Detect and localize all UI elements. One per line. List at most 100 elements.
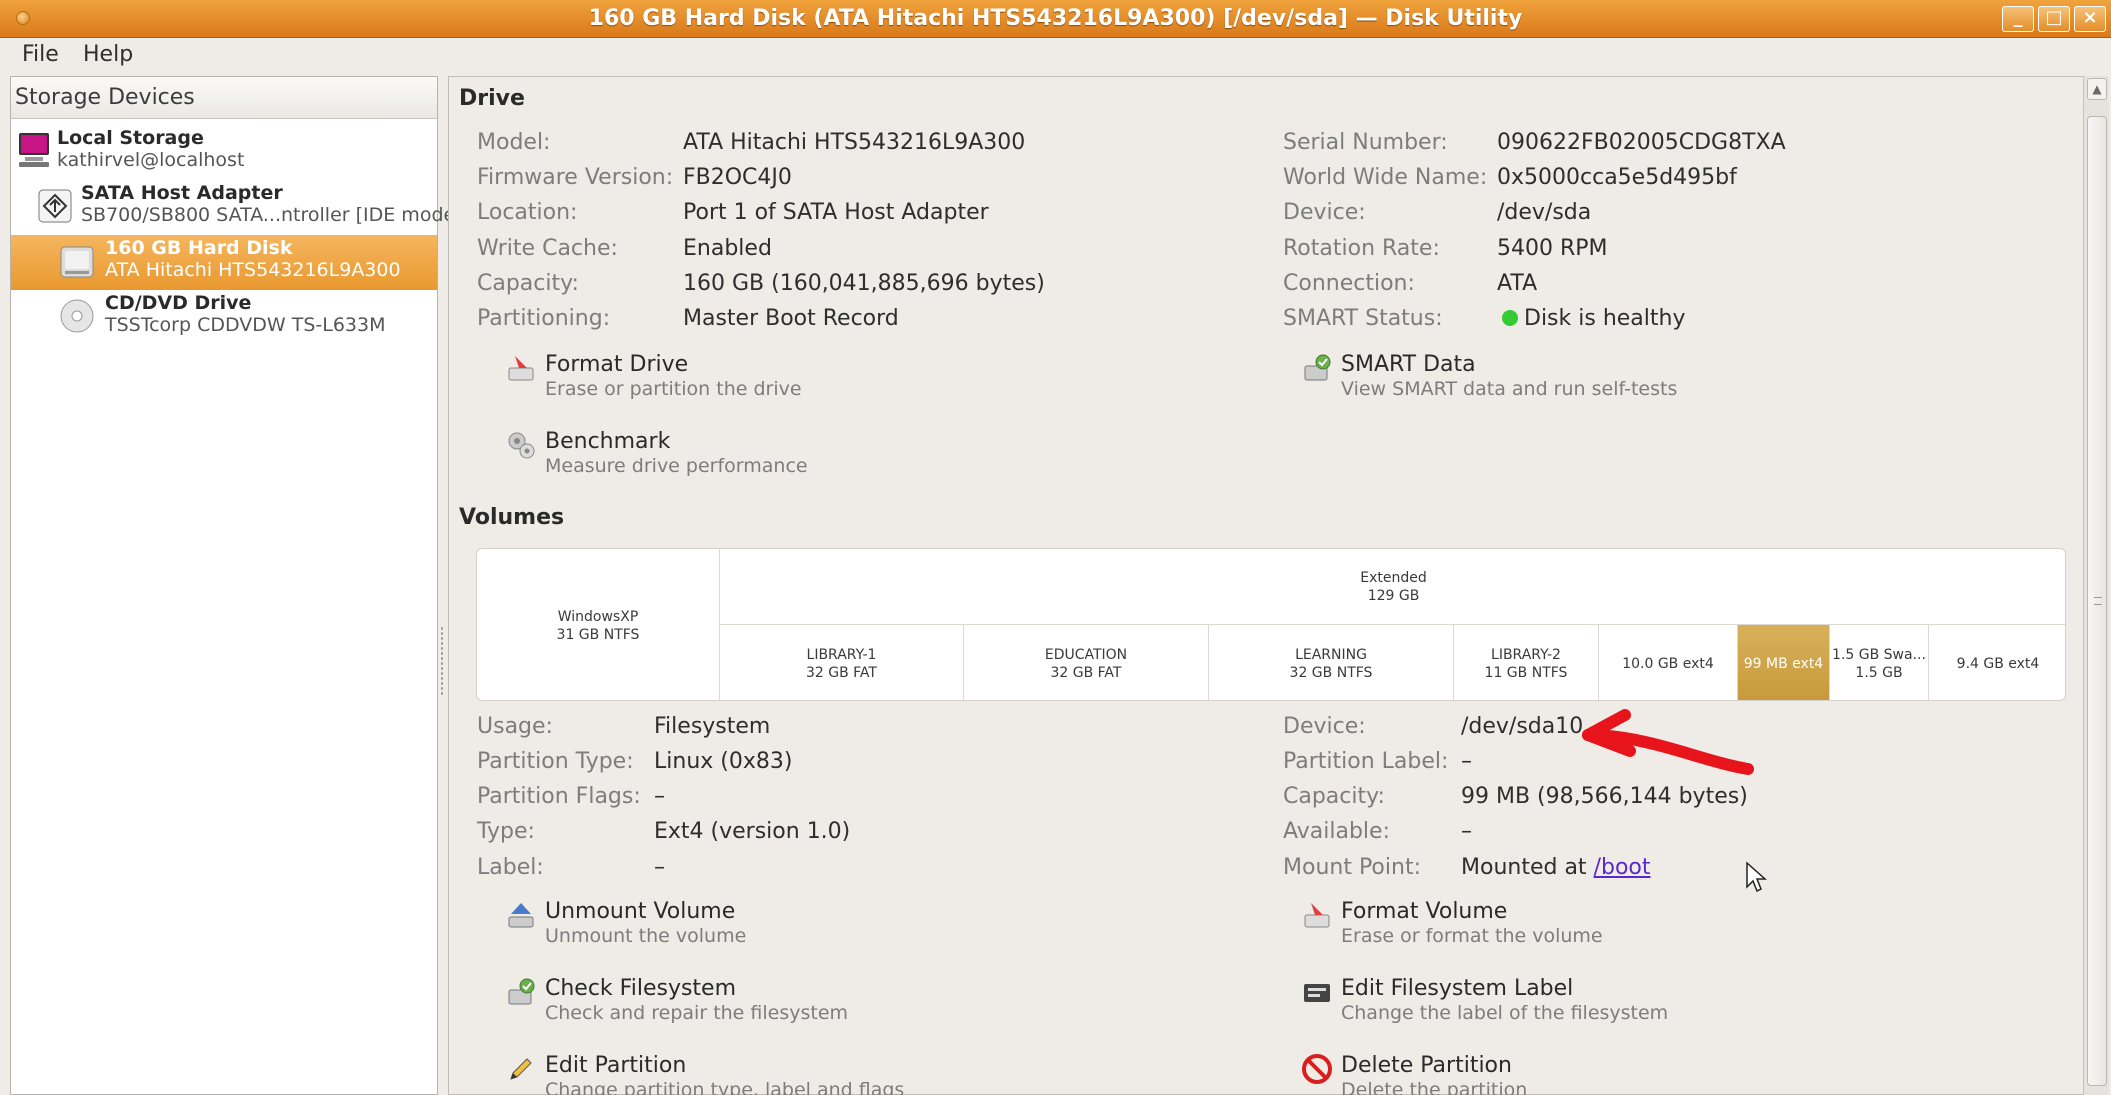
capacity-value: 160 GB (160,041,885,696 bytes) bbox=[683, 271, 1045, 296]
wwn-label: World Wide Name: bbox=[1283, 165, 1488, 190]
serial-number-label: Serial Number: bbox=[1283, 130, 1448, 155]
partitioning-value: Master Boot Record bbox=[683, 306, 899, 331]
partitioning-label: Partitioning: bbox=[477, 306, 611, 331]
sidebar-item-local-storage[interactable]: Local Storage kathirvel@localhost bbox=[11, 125, 437, 180]
action-title: Delete Partition bbox=[1341, 1053, 1512, 1078]
connection-value: ATA bbox=[1497, 271, 1538, 296]
action-description: Erase or format the volume bbox=[1341, 925, 1603, 947]
volume-size: 32 GB FAT bbox=[806, 664, 877, 681]
volume-learning[interactable]: LEARNING 32 GB NTFS bbox=[1208, 625, 1453, 700]
volume-windowsxp[interactable]: WindowsXP 31 GB NTFS bbox=[477, 549, 719, 700]
window-titlebar[interactable]: 160 GB Hard Disk (ATA Hitachi HTS543216L… bbox=[0, 0, 2111, 38]
action-title: Format Volume bbox=[1341, 899, 1508, 924]
drive-section-title: Drive bbox=[459, 86, 525, 111]
sidebar-item-hard-disk[interactable]: 160 GB Hard Disk ATA Hitachi HTS543216L9… bbox=[11, 235, 437, 290]
minimize-button[interactable]: _ bbox=[2002, 6, 2034, 32]
label-label: Label: bbox=[477, 855, 544, 880]
sidebar-item-subtitle: SB700/SB800 SATA...ntroller [IDE mode] bbox=[81, 204, 463, 226]
volumes-section-title: Volumes bbox=[459, 505, 565, 530]
sidebar-item-title: 160 GB Hard Disk bbox=[105, 237, 293, 259]
red-arrow-annotation bbox=[1582, 709, 1754, 775]
volume-9gb-ext4[interactable]: 9.4 GB ext4 bbox=[1928, 625, 2065, 700]
menu-help[interactable]: Help bbox=[83, 42, 133, 67]
format-volume-icon bbox=[1304, 903, 1330, 928]
volume-name: 1.5 GB Swa... bbox=[1832, 646, 1926, 663]
action-description: Change the label of the filesystem bbox=[1341, 1002, 1669, 1024]
mount-point-prefix: Mounted at bbox=[1461, 855, 1594, 880]
action-description: Unmount the volume bbox=[545, 925, 747, 947]
format-drive-icon bbox=[508, 356, 534, 381]
smart-data-icon bbox=[1304, 354, 1331, 381]
model-value: ATA Hitachi HTS543216L9A300 bbox=[683, 130, 1026, 155]
mount-point-link[interactable]: /boot bbox=[1594, 855, 1651, 880]
device-label: Device: bbox=[1283, 200, 1366, 225]
smart-status-value: Disk is healthy bbox=[1524, 306, 1686, 331]
menu-file[interactable]: File bbox=[22, 42, 59, 67]
volume-99mb-ext4[interactable]: 99 MB ext4 bbox=[1737, 625, 1829, 700]
location-value: Port 1 of SATA Host Adapter bbox=[683, 200, 989, 225]
volume-capacity-label: Capacity: bbox=[1283, 784, 1385, 809]
volume-name: Extended bbox=[1360, 569, 1427, 586]
volume-library-2[interactable]: LIBRARY-2 11 GB NTFS bbox=[1453, 625, 1598, 700]
volume-10gb-ext4[interactable]: 10.0 GB ext4 bbox=[1598, 625, 1737, 700]
scroll-up-button[interactable]: ▲ bbox=[2087, 78, 2107, 100]
storage-devices-header[interactable]: Storage Devices bbox=[11, 77, 437, 119]
action-description: Change partition type, label and flags bbox=[545, 1079, 905, 1095]
menubar: File Help bbox=[0, 38, 2111, 74]
action-description: View SMART data and run self-tests bbox=[1341, 378, 1678, 400]
volume-name: 99 MB ext4 bbox=[1743, 655, 1824, 672]
sidebar-item-sata-adapter[interactable]: SATA Host Adapter SB700/SB800 SATA...ntr… bbox=[11, 180, 463, 235]
volume-size: 129 GB bbox=[1367, 587, 1420, 604]
capacity-label: Capacity: bbox=[477, 271, 579, 296]
mount-point-label: Mount Point: bbox=[1283, 855, 1421, 880]
usage-value: Filesystem bbox=[654, 714, 771, 739]
partition-type-label: Partition Type: bbox=[477, 749, 634, 774]
volume-name: EDUCATION bbox=[1044, 646, 1128, 663]
hard-disk-icon bbox=[60, 246, 94, 278]
volume-extended[interactable]: Extended 129 GB bbox=[719, 549, 2065, 625]
pane-splitter[interactable] bbox=[438, 76, 448, 1095]
partition-label-value: – bbox=[1461, 749, 1472, 774]
volume-size: 11 GB NTFS bbox=[1484, 664, 1568, 681]
volume-education[interactable]: EDUCATION 32 GB FAT bbox=[963, 625, 1208, 700]
action-title: Benchmark bbox=[545, 429, 671, 454]
wwn-value: 0x5000cca5e5d495bf bbox=[1497, 165, 1737, 190]
check-filesystem-icon bbox=[508, 978, 535, 1005]
action-description: Delete the partition bbox=[1341, 1079, 1528, 1095]
delete-partition-icon bbox=[1302, 1054, 1332, 1084]
action-title: Edit Partition bbox=[545, 1053, 687, 1078]
storage-devices-pane: Storage Devices Local Storage kathirvel@… bbox=[10, 76, 463, 1095]
action-title: SMART Data bbox=[1341, 352, 1476, 377]
partition-flags-label: Partition Flags: bbox=[477, 784, 641, 809]
sata-adapter-icon bbox=[38, 189, 72, 223]
usage-label: Usage: bbox=[477, 714, 553, 739]
vertical-scrollbar[interactable]: ▲ bbox=[2083, 76, 2109, 1095]
partition-flags-value: – bbox=[654, 784, 665, 809]
available-value: – bbox=[1461, 819, 1472, 844]
firmware-label: Firmware Version: bbox=[477, 165, 674, 190]
edit-label-icon bbox=[1304, 984, 1330, 1002]
volume-name: LIBRARY-1 bbox=[806, 646, 877, 663]
volume-map: WindowsXP 31 GB NTFS Extended 129 GB LIB… bbox=[476, 548, 2066, 701]
volume-name: WindowsXP bbox=[557, 608, 639, 625]
sidebar-item-cd-dvd-drive[interactable]: CD/DVD Drive TSSTcorp CDDVDW TS-L633M bbox=[11, 290, 437, 345]
write-cache-label: Write Cache: bbox=[477, 236, 618, 261]
volume-name: LIBRARY-2 bbox=[1491, 646, 1561, 663]
maximize-button[interactable]: □ bbox=[2038, 6, 2070, 32]
label-value: – bbox=[654, 855, 665, 880]
status-ok-icon bbox=[1502, 310, 1518, 326]
type-label: Type: bbox=[477, 819, 535, 844]
edit-partition-icon bbox=[510, 1058, 532, 1080]
mouse-cursor-icon bbox=[1746, 861, 1767, 893]
volume-size: 1.5 GB bbox=[1855, 664, 1903, 681]
unmount-icon bbox=[508, 903, 534, 928]
firmware-value: FB2OC4J0 bbox=[683, 165, 792, 190]
location-label: Location: bbox=[477, 200, 578, 225]
mount-point-value: Mounted at /boot bbox=[1461, 855, 1651, 880]
volume-swap[interactable]: 1.5 GB Swa... 1.5 GB bbox=[1829, 625, 1928, 700]
close-button[interactable]: × bbox=[2074, 6, 2106, 32]
partition-label-label: Partition Label: bbox=[1283, 749, 1449, 774]
volume-name: 10.0 GB ext4 bbox=[1622, 655, 1714, 672]
volume-library-1[interactable]: LIBRARY-1 32 GB FAT bbox=[719, 625, 963, 700]
scrollbar-thumb[interactable] bbox=[2087, 116, 2107, 1086]
